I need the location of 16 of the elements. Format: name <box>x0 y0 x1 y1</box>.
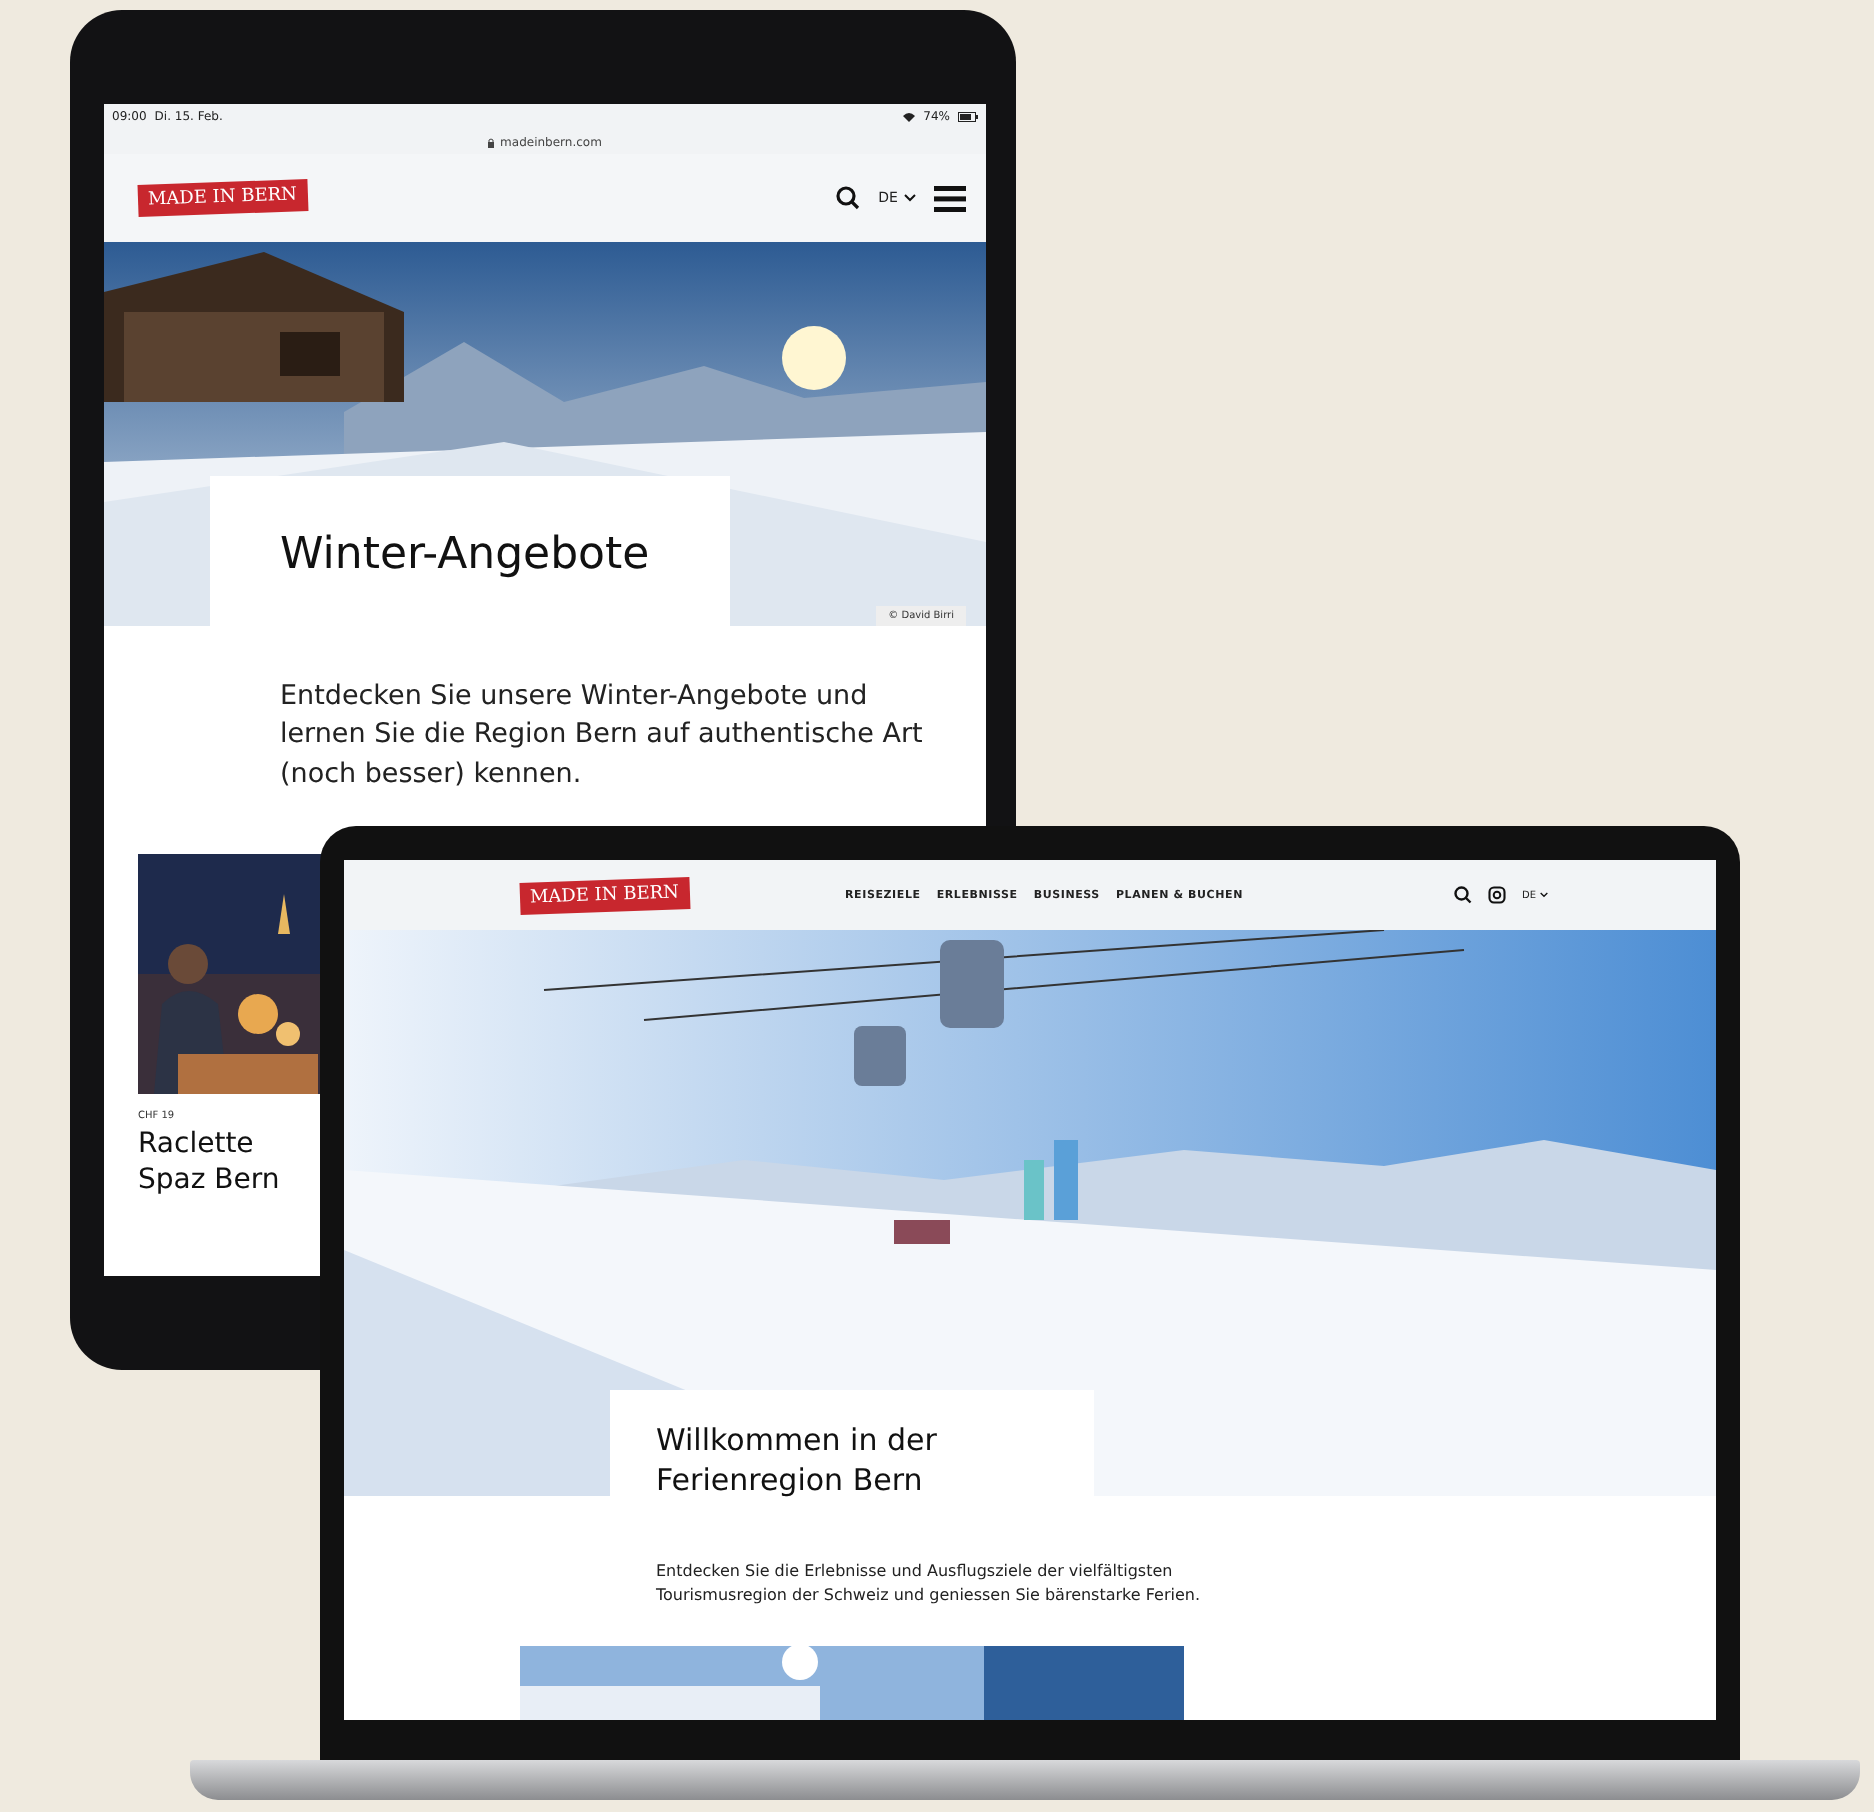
menu-icon[interactable] <box>934 185 966 211</box>
battery-icon <box>958 112 978 122</box>
lock-icon <box>488 137 495 147</box>
logo[interactable]: MADE IN BERN <box>137 179 308 217</box>
chevron-down-icon <box>904 194 916 202</box>
card-title[interactable]: Raclette Spaz Bern <box>138 1126 328 1200</box>
chevron-down-icon <box>1540 892 1548 898</box>
search-icon[interactable] <box>836 186 861 210</box>
search-icon[interactable] <box>1453 886 1472 904</box>
camera-icon[interactable] <box>1487 886 1506 904</box>
wifi-icon <box>901 112 916 122</box>
page-title: Winter-Angebote <box>280 528 652 584</box>
intro-text: Entdecken Sie die Erlebnisse und Ausflugsziele der vielfältigsten Tourismusregion der Schweiz und geniessen Sie bärenstarke Ferien. <box>656 1560 1202 1607</box>
page-title: Willkommen in der Ferienregion Bern <box>656 1422 939 1500</box>
intro-text: Entdecken Sie unsere Winter-Angebote und lernen Sie die Region Bern auf authentische Art (noch besser) kennen. <box>280 677 925 794</box>
logo[interactable]: MADE IN BERN <box>519 876 690 914</box>
